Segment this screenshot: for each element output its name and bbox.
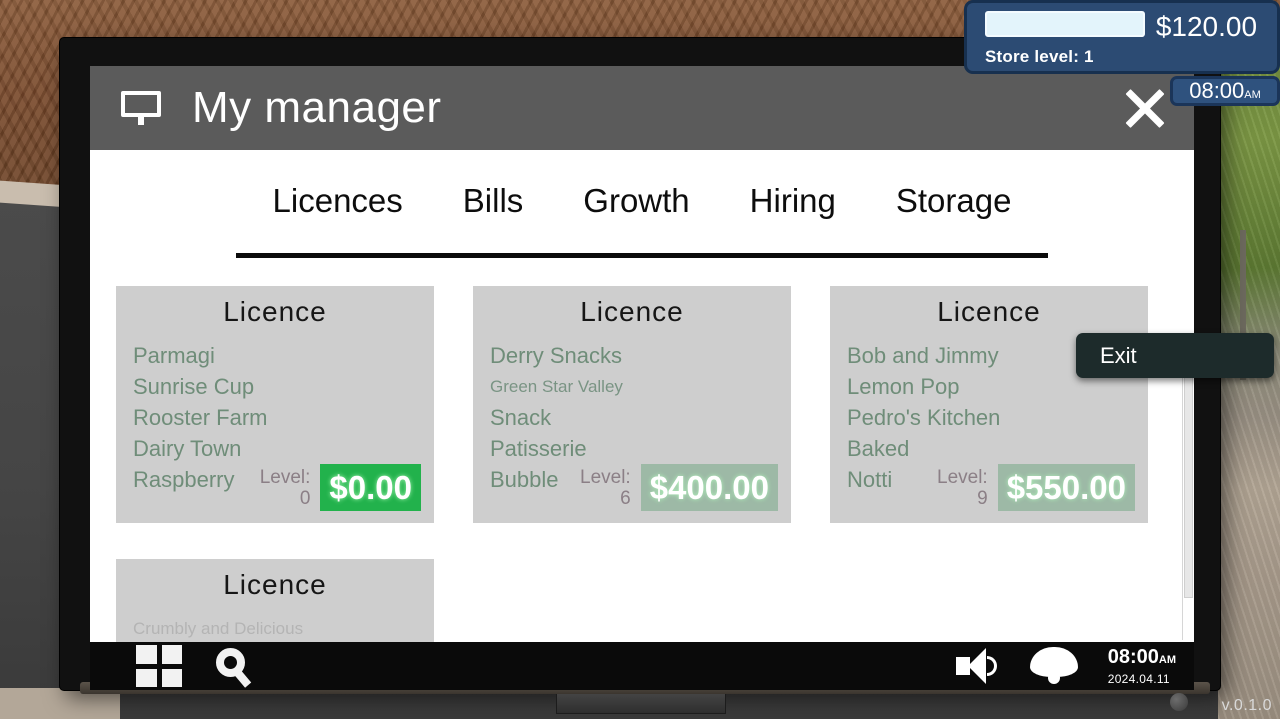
speaker-icon[interactable] — [955, 646, 1004, 686]
level-label: Level: — [937, 466, 988, 488]
tab-underline — [236, 253, 1048, 258]
card-title: Licence — [580, 296, 684, 327]
level-value: 9 — [977, 487, 988, 509]
window-titlebar: My manager — [90, 66, 1194, 150]
level-readout: Level: 6 — [580, 467, 631, 509]
tab-hiring[interactable]: Hiring — [750, 184, 836, 221]
monitor-power-knob[interactable] — [1170, 693, 1188, 711]
level-value: 0 — [299, 487, 311, 509]
licence-card[interactable]: Licence Derry Snacks Green Star Valley S… — [473, 286, 791, 523]
my-manager-window: My manager Licences Bills Growth Hiring … — [90, 66, 1194, 642]
hud-clock-time: 08:00 — [1189, 78, 1245, 103]
price-badge[interactable]: $550.00 — [997, 464, 1135, 511]
list-item[interactable]: Patisserie — [490, 433, 791, 464]
taskbar-date: 2024.04.11 — [1107, 672, 1170, 686]
wifi-icon[interactable] — [1026, 646, 1082, 686]
hud-clock: 08:00AM — [1170, 76, 1280, 106]
card-title: Licence — [223, 296, 327, 327]
list-item[interactable]: Sunrise Cup — [133, 371, 434, 402]
page-title: My manager — [192, 83, 442, 132]
taskbar-left — [90, 645, 254, 688]
taskbar-clock[interactable]: 08:00AM 2024.04.11 — [1104, 647, 1176, 685]
scrollbar-thumb[interactable] — [1184, 348, 1193, 598]
card-title: Licence — [223, 569, 327, 600]
monitor-icon — [118, 91, 164, 125]
level-readout: Level: 9 — [937, 467, 988, 509]
level-label: Level: — [259, 466, 311, 488]
price-badge[interactable]: $400.00 — [640, 464, 778, 511]
taskbar-time: 08:00 — [1107, 646, 1159, 668]
list-item[interactable]: Dairy Town — [133, 433, 434, 464]
taskbar-right: 08:00AM 2024.04.11 — [955, 646, 1194, 686]
card-footer: Level: 9 $550.00 — [937, 464, 1135, 511]
list-item[interactable]: Parmagi — [133, 340, 434, 371]
list-item[interactable]: Snack — [490, 402, 791, 433]
licence-card-grid: Licence Parmagi Sunrise Cup Rooster Farm… — [90, 286, 1194, 642]
search-icon[interactable] — [212, 645, 254, 688]
card-footer: Level: 0 $0.00 — [260, 464, 421, 511]
level-value: 6 — [620, 487, 631, 509]
window-content: Licences Bills Growth Hiring Storage Lic… — [90, 150, 1194, 642]
list-item[interactable]: Green Star Valley — [490, 371, 791, 402]
licence-card[interactable]: Licence Crumbly and Delicious — [116, 559, 434, 642]
licence-item-list: Crumbly and Delicious — [116, 599, 434, 642]
exit-button[interactable]: Exit — [1076, 333, 1274, 378]
list-item[interactable]: Pedro's Kitchen — [847, 402, 1148, 433]
store-hud-panel: Store level: 1 $120.00 — [964, 0, 1280, 74]
list-item[interactable]: Derry Snacks — [490, 340, 791, 371]
store-level-label: Store level: 1 — [985, 47, 1094, 66]
exit-button-label: Exit — [1100, 342, 1137, 368]
list-item[interactable]: Crumbly and Delicious — [133, 613, 434, 642]
tab-growth[interactable]: Growth — [583, 184, 689, 221]
list-item[interactable]: Rooster Farm — [133, 402, 434, 433]
price-badge[interactable]: $0.00 — [320, 464, 421, 511]
level-readout: Level: 0 — [260, 467, 311, 509]
money-readout: $120.00 — [1155, 11, 1258, 42]
tab-licences[interactable]: Licences — [273, 184, 403, 221]
tab-bar: Licences Bills Growth Hiring Storage — [90, 150, 1194, 221]
store-progress-bar — [985, 11, 1145, 37]
version-label: v.0.1.0 — [1221, 697, 1272, 714]
tab-bills[interactable]: Bills — [463, 184, 524, 221]
close-icon[interactable] — [1122, 85, 1168, 131]
card-title: Licence — [937, 296, 1041, 327]
hud-clock-meridiem: AM — [1244, 89, 1261, 101]
licence-card[interactable]: Licence Parmagi Sunrise Cup Rooster Farm… — [116, 286, 434, 523]
licence-card[interactable]: Licence Bob and Jimmy Lemon Pop Pedro's … — [830, 286, 1148, 523]
taskbar-meridiem: AM — [1158, 654, 1176, 666]
grid-start-icon[interactable] — [136, 645, 182, 687]
tab-storage[interactable]: Storage — [896, 184, 1012, 221]
list-item[interactable]: Baked — [847, 433, 1148, 464]
taskbar: 08:00AM 2024.04.11 — [90, 642, 1194, 690]
level-label: Level: — [580, 466, 631, 488]
hud-left: Store level: 1 — [985, 11, 1146, 67]
card-footer: Level: 6 $400.00 — [580, 464, 778, 511]
